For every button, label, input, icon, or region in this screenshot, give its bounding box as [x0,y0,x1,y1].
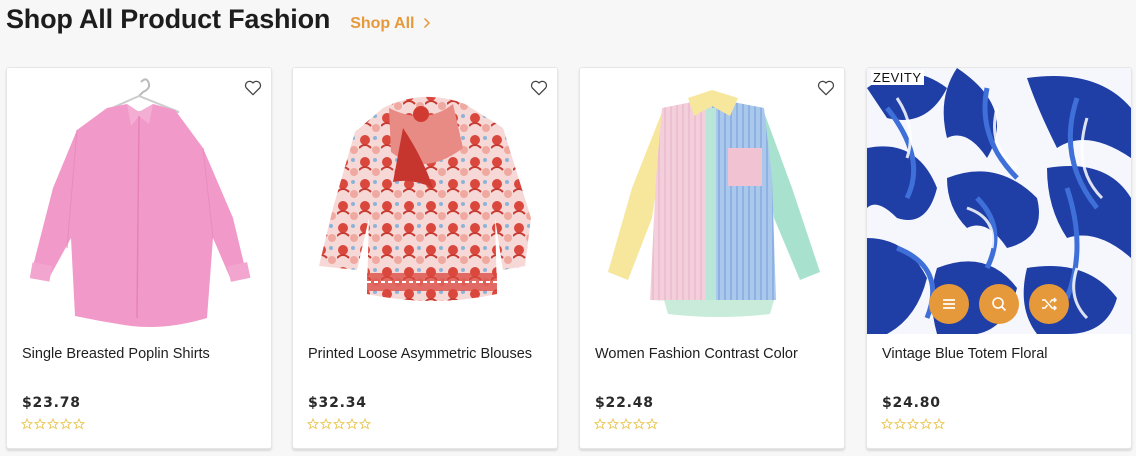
product-image[interactable]: ZEVITY [867,68,1131,334]
star-icon [320,418,332,430]
product-image[interactable] [7,68,271,334]
rating-stars [594,418,658,430]
star-icon [607,418,619,430]
star-icon [307,418,319,430]
menu-icon[interactable] [929,284,969,324]
product-price: $23.78 [22,395,81,411]
rating-stars [307,418,371,430]
star-icon [907,418,919,430]
chevron-right-icon [423,16,431,32]
star-icon [646,418,658,430]
wishlist-heart-icon[interactable] [816,78,836,98]
product-name[interactable]: Women Fashion Contrast Color [595,346,798,362]
brand-watermark: ZEVITY [871,70,924,85]
product-card[interactable]: Women Fashion Contrast Color $22.48 [579,67,845,449]
product-image[interactable] [293,68,557,334]
product-price: $32.34 [308,395,367,411]
rating-stars [21,418,85,430]
star-icon [633,418,645,430]
star-icon [620,418,632,430]
star-icon [920,418,932,430]
product-card[interactable]: ZEVITY Vintage Blue Totem Floral $24.80 [866,67,1132,449]
star-icon [881,418,893,430]
product-card[interactable]: Single Breasted Poplin Shirts $23.78 [6,67,272,449]
star-icon [594,418,606,430]
shop-all-label: Shop All [350,15,415,32]
shuffle-icon[interactable] [1029,284,1069,324]
star-icon [73,418,85,430]
product-name[interactable]: Single Breasted Poplin Shirts [22,346,210,362]
star-icon [34,418,46,430]
product-name[interactable]: Printed Loose Asymmetric Blouses [308,346,532,362]
product-image[interactable] [580,68,844,334]
section-title: Shop All Product Fashion [6,4,331,34]
star-icon [47,418,59,430]
star-icon [894,418,906,430]
search-icon[interactable] [979,284,1019,324]
star-icon [359,418,371,430]
rating-stars [881,418,945,430]
star-icon [60,418,72,430]
product-card[interactable]: Printed Loose Asymmetric Blouses $32.34 [292,67,558,449]
product-price: $24.80 [882,395,941,411]
star-icon [933,418,945,430]
product-name[interactable]: Vintage Blue Totem Floral [882,346,1048,362]
quick-actions [929,284,1069,324]
section-header: Shop All Product Fashion Shop All [6,4,431,35]
star-icon [333,418,345,430]
wishlist-heart-icon[interactable] [529,78,549,98]
shop-all-link[interactable]: Shop All [350,15,430,33]
star-icon [21,418,33,430]
wishlist-heart-icon[interactable] [243,78,263,98]
star-icon [346,418,358,430]
product-price: $22.48 [595,395,654,411]
